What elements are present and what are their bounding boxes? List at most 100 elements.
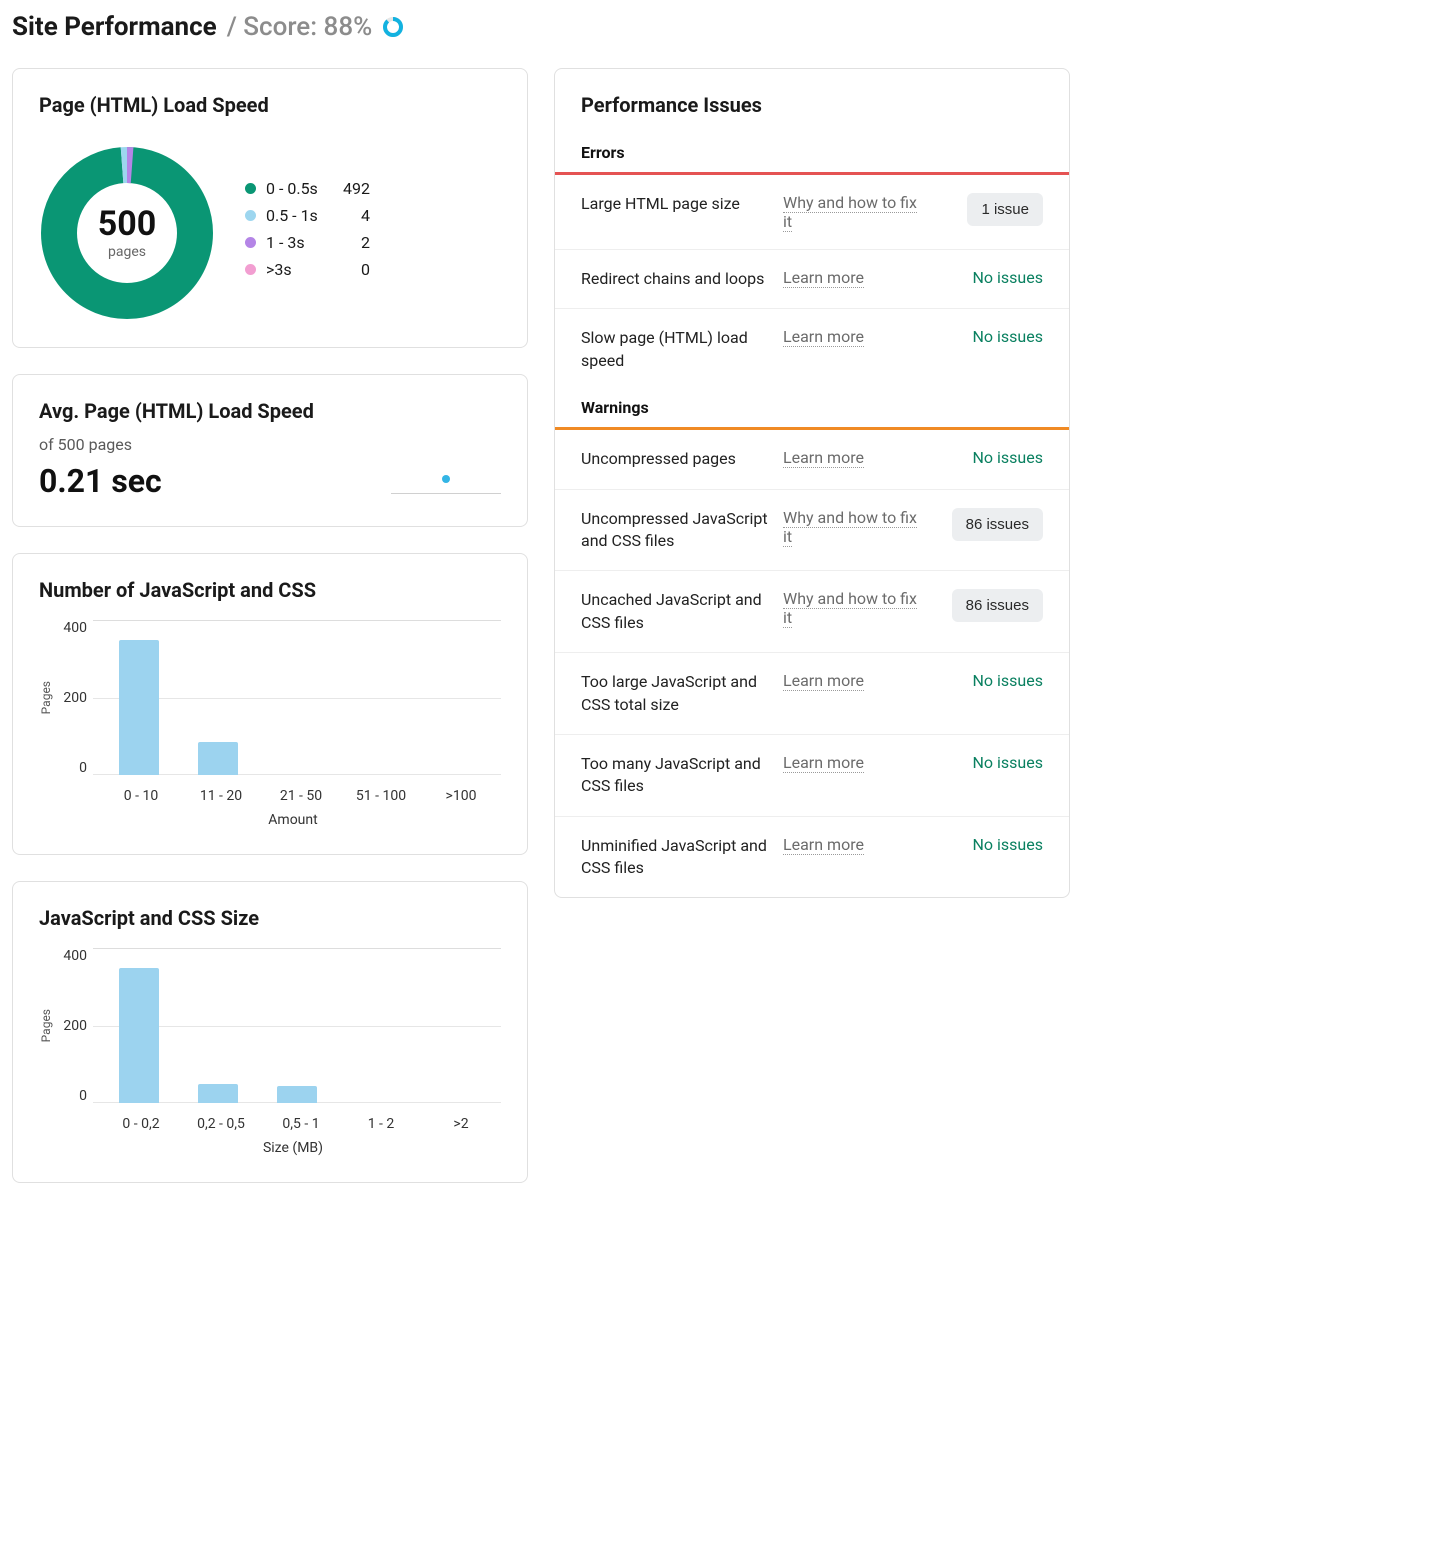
issue-link[interactable]: Learn more <box>783 327 864 347</box>
issue-name: Uncompressed pages <box>581 448 771 470</box>
y-tick: 200 <box>57 1018 87 1034</box>
legend-dot-icon <box>245 210 256 221</box>
issue-name: Redirect chains and loops <box>581 268 771 290</box>
issue-count-button[interactable]: 1 issue <box>967 193 1043 226</box>
issue-name: Slow page (HTML) load speed <box>581 327 771 372</box>
legend-label: 0.5 - 1s <box>266 206 334 225</box>
donut-chart: 500 pages <box>39 145 215 321</box>
card-avg-load: Avg. Page (HTML) Load Speed of 500 pages… <box>12 374 528 527</box>
issue-name: Uncompressed JavaScript and CSS files <box>581 508 771 553</box>
issue-row: Uncached JavaScript and CSS files Why and… <box>555 571 1069 653</box>
x-axis-label: Amount <box>39 812 501 828</box>
x-tick: 0,2 - 0,5 <box>181 1116 261 1132</box>
issue-status: 1 issue <box>935 193 1043 226</box>
bar <box>198 1084 238 1103</box>
no-issues-label: No issues <box>973 448 1043 467</box>
card-jscss-count: Number of JavaScript and CSS Pages 400200… <box>12 553 528 855</box>
issue-count-button[interactable]: 86 issues <box>952 508 1043 541</box>
bar-col <box>257 949 336 1103</box>
legend-value: 0 <box>334 260 370 279</box>
issue-status: No issues <box>935 835 1043 854</box>
card-jscss-size: JavaScript and CSS Size Pages40020000 - … <box>12 881 528 1183</box>
bar-col <box>337 621 416 775</box>
issue-link[interactable]: Why and how to fix it <box>783 193 917 232</box>
no-issues-label: No issues <box>973 268 1043 287</box>
bar <box>277 1086 317 1103</box>
section-warnings: Warnings <box>555 390 1069 430</box>
y-ticks: 4002000 <box>57 948 93 1104</box>
issue-status: 86 issues <box>935 589 1043 622</box>
page-header: Site Performance / Score: 88% <box>12 12 1427 42</box>
section-errors: Errors <box>555 135 1069 175</box>
issue-row: Uncompressed JavaScript and CSS files Why… <box>555 490 1069 572</box>
bar <box>119 968 159 1103</box>
y-axis-label: Pages <box>39 681 53 714</box>
x-tick: >2 <box>421 1116 501 1132</box>
issue-status: No issues <box>935 671 1043 690</box>
issue-row: Unminified JavaScript and CSS files Learn… <box>555 817 1069 898</box>
legend-label: 0 - 0.5s <box>266 179 334 198</box>
legend-label: 1 - 3s <box>266 233 334 252</box>
x-tick: 0 - 10 <box>101 788 181 804</box>
card-performance-issues: Performance Issues Errors Large HTML pag… <box>554 68 1070 898</box>
score-donut-icon <box>382 16 404 38</box>
issue-link[interactable]: Why and how to fix it <box>783 589 917 628</box>
y-tick: 400 <box>57 620 87 636</box>
card-title: Number of JavaScript and CSS <box>39 578 501 602</box>
bar-chart-count: Pages 4002000 0 - 1011 - 2021 - 5051 - 100… <box>39 620 501 828</box>
legend-dot-icon <box>245 237 256 248</box>
bars-area <box>93 620 501 776</box>
issue-link[interactable]: Learn more <box>783 835 864 855</box>
legend-row: >3s0 <box>245 260 370 279</box>
x-ticks: 0 - 1011 - 2021 - 5051 - 100>100 <box>39 788 501 804</box>
page-title: Site Performance <box>12 12 217 42</box>
bar-col <box>178 621 257 775</box>
x-tick: 21 - 50 <box>261 788 341 804</box>
legend-value: 4 <box>334 206 370 225</box>
issue-status: No issues <box>935 327 1043 346</box>
issue-link[interactable]: Why and how to fix it <box>783 508 917 547</box>
y-ticks: 4002000 <box>57 620 93 776</box>
issue-name: Unminified JavaScript and CSS files <box>581 835 771 880</box>
legend-row: 0 - 0.5s492 <box>245 179 370 198</box>
x-tick: 0,5 - 1 <box>261 1116 341 1132</box>
donut-total: 500 <box>98 206 157 243</box>
score-arc <box>385 19 401 35</box>
avg-subtitle: of 500 pages <box>39 435 314 454</box>
bar-col <box>99 949 178 1103</box>
legend-row: 0.5 - 1s4 <box>245 206 370 225</box>
bar <box>198 742 238 775</box>
x-tick: 11 - 20 <box>181 788 261 804</box>
card-title: JavaScript and CSS Size <box>39 906 501 930</box>
issue-link[interactable]: Learn more <box>783 753 864 773</box>
issue-row: Large HTML page sizeWhy and how to fix i… <box>555 175 1069 250</box>
issue-link[interactable]: Learn more <box>783 448 864 468</box>
x-tick: 1 - 2 <box>341 1116 421 1132</box>
issue-status: No issues <box>935 448 1043 467</box>
legend-dot-icon <box>245 264 256 275</box>
issue-count-button[interactable]: 86 issues <box>952 589 1043 622</box>
y-tick: 400 <box>57 948 87 964</box>
issue-name: Too large JavaScript and CSS total size <box>581 671 771 716</box>
x-tick: 0 - 0,2 <box>101 1116 181 1132</box>
no-issues-label: No issues <box>973 671 1043 690</box>
card-title: Page (HTML) Load Speed <box>39 93 501 117</box>
issue-name: Uncached JavaScript and CSS files <box>581 589 771 634</box>
issue-link[interactable]: Learn more <box>783 268 864 288</box>
y-axis-label: Pages <box>39 1009 53 1042</box>
issue-row: Too large JavaScript and CSS total size L… <box>555 653 1069 735</box>
x-axis-label: Size (MB) <box>39 1140 501 1156</box>
issue-row: Slow page (HTML) load speed Learn more No … <box>555 309 1069 390</box>
issue-status: 86 issues <box>935 508 1043 541</box>
avg-value: 0.21 sec <box>39 462 314 500</box>
bar-col <box>416 621 495 775</box>
issue-link[interactable]: Learn more <box>783 671 864 691</box>
sparkline <box>391 475 501 494</box>
x-ticks: 0 - 0,20,2 - 0,50,5 - 11 - 2>2 <box>39 1116 501 1132</box>
bar-col <box>416 949 495 1103</box>
issue-name: Too many JavaScript and CSS files <box>581 753 771 798</box>
bar-col <box>178 949 257 1103</box>
issue-row: Uncompressed pages Learn more No issues <box>555 430 1069 489</box>
card-title: Performance Issues <box>555 93 1069 117</box>
bar-col <box>257 621 336 775</box>
